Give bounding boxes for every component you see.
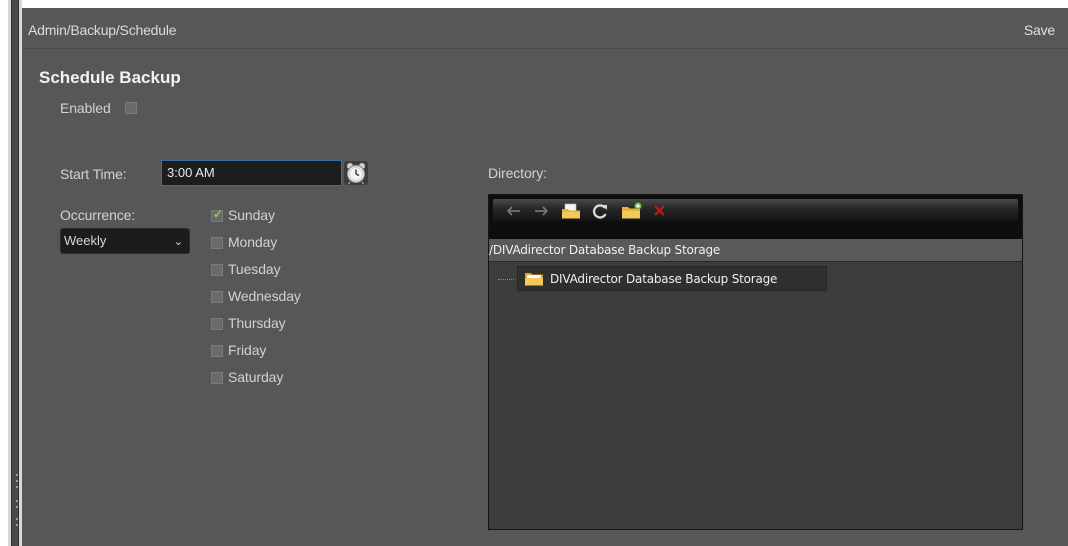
day-label-saturday: Saturday (228, 369, 284, 385)
day-checkbox-wednesday[interactable] (211, 291, 223, 303)
current-path-bar: /DIVAdirector Database Backup Storage (489, 239, 1022, 262)
directory-toolbar (489, 195, 1022, 239)
splitter-handle[interactable] (11, 0, 19, 546)
day-checkbox-friday[interactable] (211, 345, 223, 357)
grip-dot (16, 500, 18, 502)
day-checkbox-monday[interactable] (211, 237, 223, 249)
grip-dot (16, 480, 18, 482)
open-folder-icon[interactable] (560, 201, 582, 221)
page-title: Schedule Backup (39, 68, 181, 87)
save-button[interactable]: Save (1024, 22, 1055, 38)
grip-dot (16, 518, 18, 520)
schedule-backup-page: Admin/Backup/Schedule Save Schedule Back… (22, 8, 1068, 546)
directory-browser: /DIVAdirector Database Backup Storage DI… (488, 194, 1023, 530)
delete-icon[interactable] (651, 201, 669, 221)
day-checkbox-saturday[interactable] (211, 372, 223, 384)
checkmark-icon: ✓ (213, 207, 224, 221)
new-folder-icon[interactable] (620, 201, 644, 221)
occurrence-select[interactable]: Weekly ⌄ (60, 228, 190, 254)
day-label-wednesday: Wednesday (228, 288, 301, 304)
page-header: Admin/Backup/Schedule Save (22, 8, 1068, 49)
time-picker-button[interactable] (344, 161, 368, 185)
enabled-label: Enabled (60, 100, 111, 116)
folder-icon (525, 273, 543, 286)
day-label-sunday: Sunday (228, 207, 275, 223)
day-checkbox-tuesday[interactable] (211, 264, 223, 276)
day-label-friday: Friday (228, 342, 267, 358)
start-time-input[interactable]: 3:00 AM (161, 160, 342, 186)
back-arrow-icon[interactable] (505, 201, 523, 221)
tree-item-backup-storage[interactable]: DIVAdirector Database Backup Storage (517, 266, 827, 291)
refresh-icon[interactable] (590, 201, 610, 221)
day-label-thursday: Thursday (228, 315, 286, 331)
day-label-monday: Monday (228, 234, 278, 250)
tree-connector (498, 279, 514, 280)
grip-dot (16, 474, 18, 476)
forward-arrow-icon[interactable] (532, 201, 550, 221)
breadcrumb: Admin/Backup/Schedule (28, 22, 177, 38)
directory-label: Directory: (488, 165, 547, 181)
day-checkbox-thursday[interactable] (211, 318, 223, 330)
occurrence-label: Occurrence: (60, 207, 136, 223)
left-rail (8, 0, 22, 546)
enabled-checkbox[interactable] (125, 102, 137, 114)
grip-dot (16, 486, 18, 488)
current-path: /DIVAdirector Database Backup Storage (489, 243, 721, 257)
grip-dot (16, 506, 18, 508)
chevron-down-icon: ⌄ (173, 236, 183, 248)
grip-dot (16, 524, 18, 526)
day-checkbox-sunday[interactable]: ✓ (211, 207, 224, 222)
occurrence-value: Weekly (64, 233, 107, 248)
tree-item-label: DIVAdirector Database Backup Storage (550, 272, 778, 286)
day-label-tuesday: Tuesday (228, 261, 281, 277)
alarm-clock-icon (346, 163, 366, 185)
start-time-label: Start Time: (60, 166, 127, 182)
